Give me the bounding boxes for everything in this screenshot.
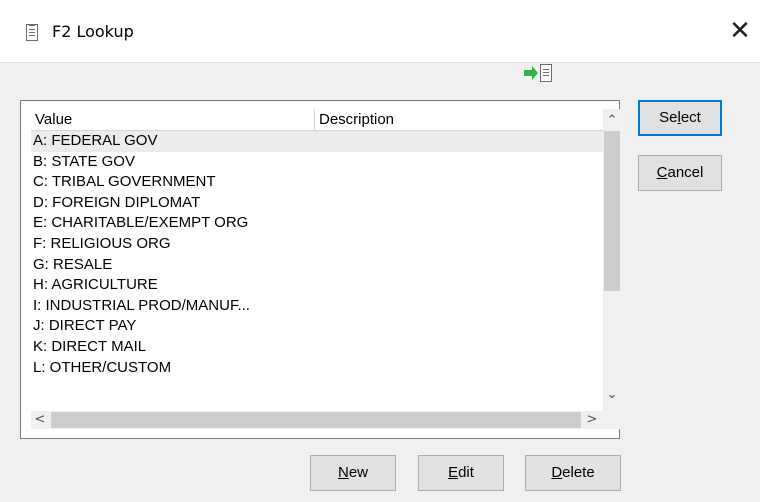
lookup-list-body: Value Description A: FEDERAL GOV B: STATE… [31,109,621,431]
list-row[interactable]: J: DIRECT PAY [31,316,603,337]
new-button[interactable]: New [310,455,396,491]
green-arrow-icon [524,66,538,80]
row-value: K: DIRECT MAIL [33,337,147,355]
row-value: E: CHARITABLE/EXEMPT ORG [33,214,249,232]
document-page-icon [540,64,552,82]
list-row[interactable]: G: RESALE [31,255,603,276]
cancel-mnemonic: C [656,164,668,181]
list-row[interactable]: F: RELIGIOUS ORG [31,234,603,255]
edit-mnemonic: E [448,464,459,481]
delete-button[interactable]: Delete [525,455,621,491]
list-rows: A: FEDERAL GOV B: STATE GOV C: TRIBAL GOVE… [31,131,603,403]
row-value: L: OTHER/CUSTOM [33,358,172,376]
list-row[interactable]: B: STATE GOV [31,152,603,173]
list-row[interactable]: H: AGRICULTURE [31,275,603,296]
horizontal-scrollbar[interactable]: < > [31,411,603,429]
delete-label-post: elete [562,464,595,481]
scrollbar-corner [603,411,621,429]
lookup-list[interactable]: Value Description A: FEDERAL GOV B: STATE… [20,100,621,439]
title-bar: F2 Lookup ✕ [0,0,760,63]
row-value: J: DIRECT PAY [33,317,137,335]
delete-mnemonic: D [551,464,563,481]
row-value: F: RELIGIOUS ORG [33,234,171,252]
list-row[interactable]: C: TRIBAL GOVERNMENT [31,172,603,193]
scroll-down-button[interactable]: ⌄ [603,385,621,405]
row-value: I: INDUSTRIAL PROD/MANUF... [33,296,250,314]
list-header: Value Description [31,109,603,131]
row-value: B: STATE GOV [33,152,135,170]
row-value: G: RESALE [33,255,113,273]
new-mnemonic: N [337,464,349,481]
row-value: A: FEDERAL GOV [33,132,158,149]
list-row[interactable]: K: DIRECT MAIL [31,337,603,358]
new-label-post: ew [348,464,369,481]
window-title: F2 Lookup [52,22,134,41]
insert-into-document-icon[interactable] [524,64,560,86]
edit-button[interactable]: Edit [418,455,504,491]
select-button[interactable]: Select [638,100,722,136]
row-value: H: AGRICULTURE [33,276,158,294]
list-row[interactable]: D: FOREIGN DIPLOMAT [31,193,603,214]
horizontal-scroll-thumb[interactable] [51,412,581,428]
column-header-description[interactable]: Description [315,109,603,130]
select-label-pre: Se [659,109,678,126]
list-row[interactable]: A: FEDERAL GOV [31,131,603,152]
vertical-scrollbar[interactable]: ⌃ ⌄ [603,109,621,411]
select-label-post: ect [680,109,701,126]
scroll-right-button[interactable]: > [583,411,601,429]
list-row[interactable]: I: INDUSTRIAL PROD/MANUF... [31,296,603,317]
list-row[interactable]: E: CHARITABLE/EXEMPT ORG [31,213,603,234]
close-button[interactable]: ✕ [724,16,756,48]
scroll-up-button[interactable]: ⌃ [603,111,621,131]
list-row[interactable]: L: OTHER/CUSTOM [31,358,603,379]
document-icon [26,24,38,41]
row-value: D: FOREIGN DIPLOMAT [33,193,201,211]
cancel-label-post: ancel [667,164,704,181]
column-header-value[interactable]: Value [31,109,315,130]
vertical-scroll-thumb[interactable] [604,131,620,291]
scroll-left-button[interactable]: < [31,411,49,429]
cancel-button[interactable]: Cancel [638,155,722,191]
edit-label-post: dit [458,464,474,481]
row-value: C: TRIBAL GOVERNMENT [33,173,216,191]
